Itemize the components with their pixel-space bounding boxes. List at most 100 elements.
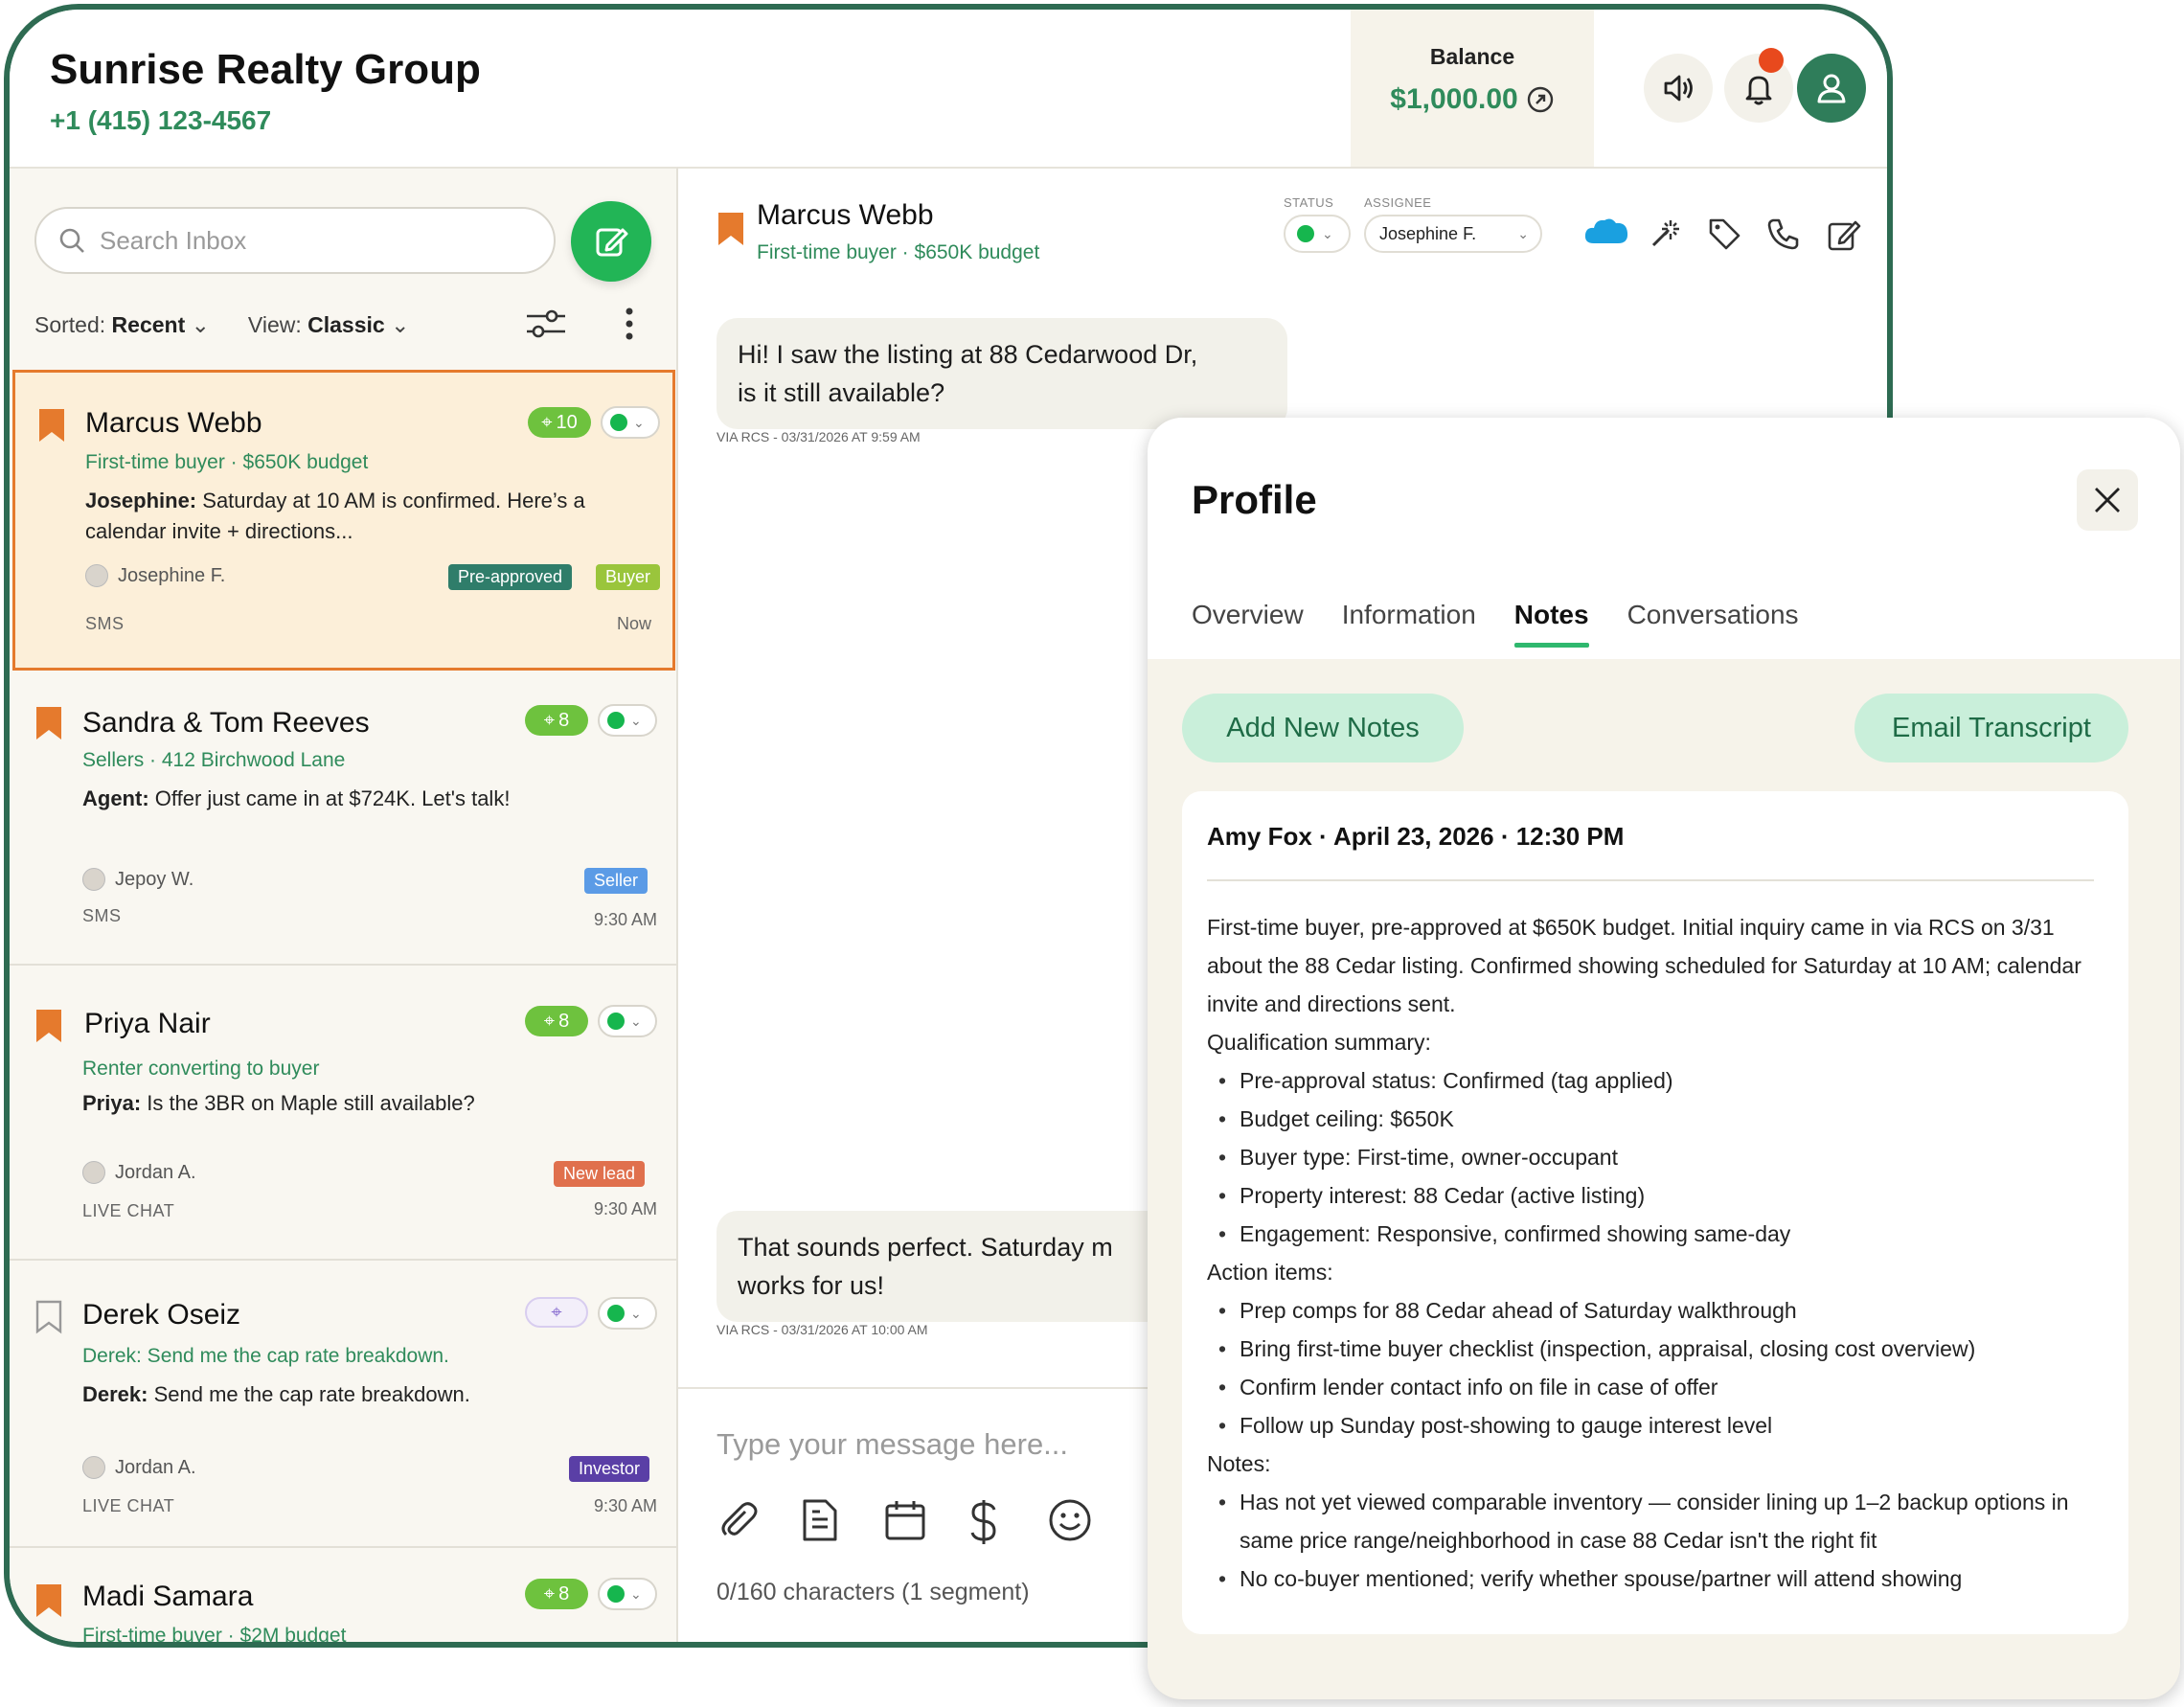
message-text-line: Hi! I saw the listing at 88 Cedarwood Dr… (738, 340, 1198, 369)
note-body: First-time buyer, pre-approved at $650K … (1207, 908, 2098, 1598)
status-dot (607, 1585, 625, 1603)
calendar-icon[interactable] (883, 1498, 927, 1542)
chevron-down-icon: ⌄ (1322, 225, 1333, 241)
count-badge: ⌖ 10 (528, 407, 591, 438)
agent-avatar (82, 1161, 105, 1184)
sound-button[interactable] (1644, 54, 1713, 123)
tab-information[interactable]: Information (1342, 600, 1476, 648)
bookmark-filled-icon[interactable] (34, 1008, 63, 1044)
message-sender: Agent: (82, 786, 149, 810)
salesforce-cloud-icon[interactable] (1582, 215, 1630, 249)
status-label: STATUS (1284, 195, 1334, 210)
conversation-card[interactable]: Madi Samara ⌖ 8 ⌄ First-time buyer · $2M … (10, 1548, 678, 1647)
close-button[interactable] (2077, 469, 2138, 531)
chevron-down-icon: ⌄ (630, 1013, 642, 1029)
balance-label: Balance (1429, 44, 1515, 69)
status-toggle[interactable]: ⌄ (598, 1297, 657, 1330)
bookmark-outline-icon[interactable] (34, 1299, 63, 1335)
channel-label: SMS (85, 614, 125, 633)
more-options-icon[interactable] (623, 305, 636, 343)
list-item: Pre-approval status: Confirmed (tag appl… (1207, 1061, 2098, 1100)
status-toggle[interactable]: ⌄ (598, 1578, 657, 1610)
count-badge: ⌖ 8 (525, 1579, 588, 1609)
chevron-down-icon: ⌄ (191, 312, 210, 337)
status-toggle[interactable]: ⌄ (601, 406, 660, 439)
message-sender: Derek: (82, 1382, 148, 1406)
bookmark-filled-icon[interactable] (34, 1582, 63, 1619)
chevron-down-icon: ⌄ (630, 1585, 642, 1602)
add-new-notes-button[interactable]: Add New Notes (1182, 694, 1464, 762)
conversation-card[interactable]: Sandra & Tom Reeves ⌖ 8 ⌄ Sellers · 412 B… (10, 671, 678, 966)
assigned-agent: Jordan A. (82, 1161, 196, 1184)
count-value: 8 (558, 1582, 570, 1605)
tab-notes[interactable]: Notes (1513, 600, 1589, 648)
dollar-icon[interactable] (969, 1498, 998, 1546)
external-link-icon (1527, 86, 1553, 113)
conversation-card[interactable]: Priya Nair ⌖ 8 ⌄ Renter converting to buy… (10, 966, 678, 1261)
conversation-contact-name: Marcus Webb (757, 199, 934, 231)
message-time: 9:30 AM (593, 910, 657, 929)
bookmark-filled-icon[interactable] (37, 407, 66, 444)
conversation-card[interactable]: Marcus Webb ⌖ 10 ⌄ First-time buyer · $65… (12, 370, 675, 671)
email-transcript-button[interactable]: Email Transcript (1854, 694, 2128, 762)
sort-dropdown[interactable]: Sorted: Recent ⌄ (34, 312, 210, 338)
status-dot (607, 712, 625, 729)
conversation-card[interactable]: Derek Oseiz ⌖ ⌄ Derek: Send me the cap r… (10, 1261, 678, 1548)
phone-icon[interactable] (1766, 216, 1801, 251)
view-dropdown[interactable]: View: Classic ⌄ (248, 312, 409, 338)
message-text-line: works for us! (738, 1271, 885, 1300)
assignee-select[interactable]: Josephine F. ⌄ (1364, 215, 1542, 253)
tag-icon[interactable] (1707, 216, 1741, 251)
contact-name: Sandra & Tom Reeves (82, 707, 370, 739)
status-toggle[interactable]: ⌄ (598, 704, 657, 737)
channel-label: LIVE CHAT (82, 1201, 175, 1220)
user-avatar-button[interactable] (1797, 54, 1866, 123)
count-value: 8 (558, 709, 570, 731)
assignee-value: Josephine F. (1379, 223, 1477, 243)
filter-sliders-icon[interactable] (525, 305, 567, 343)
chevron-down-icon: ⌄ (1517, 225, 1529, 241)
contact-name: Madi Samara (82, 1581, 254, 1612)
contact-name: Priya Nair (84, 1008, 211, 1039)
conversation-contact-subtitle: First-time buyer · $650K budget (757, 241, 1040, 263)
count-badge: ⌖ (525, 1297, 588, 1328)
status-dot (607, 1013, 625, 1030)
bookmark-filled-icon[interactable] (34, 705, 63, 741)
magic-wand-icon[interactable] (1648, 216, 1682, 251)
status-toggle[interactable]: ⌄ (598, 1005, 657, 1037)
compose-button[interactable] (571, 201, 651, 282)
paperclip-icon[interactable] (717, 1498, 761, 1542)
contact-subtitle: Renter converting to buyer (82, 1058, 320, 1080)
message-meta: VIA RCS - 03/31/2026 AT 10:00 AM (717, 1322, 928, 1337)
list-item: Budget ceiling: $650K (1207, 1100, 2098, 1138)
list-item: No co-buyer mentioned; verify whether sp… (1207, 1559, 2098, 1598)
balance-link[interactable]: $1,000.00 (1351, 83, 1594, 116)
qualification-list: Pre-approval status: Confirmed (tag appl… (1207, 1061, 2098, 1253)
edit-icon[interactable] (1826, 216, 1862, 253)
contact-subtitle: First-time buyer · $2M budget (82, 1625, 347, 1647)
profile-panel: Profile Overview Information Notes Conve… (1148, 418, 2180, 1699)
emoji-icon[interactable] (1048, 1498, 1092, 1542)
document-icon[interactable] (801, 1498, 839, 1542)
search-input[interactable] (100, 225, 521, 256)
tab-conversations[interactable]: Conversations (1627, 600, 1799, 648)
profile-header: Profile Overview Information Notes Conve… (1148, 418, 2180, 659)
search-box[interactable] (34, 207, 556, 274)
scan-icon: ⌖ (543, 709, 556, 731)
incoming-message-bubble: Hi! I saw the listing at 88 Cedarwood Dr… (717, 318, 1287, 429)
list-item: Prep comps for 88 Cedar ahead of Saturda… (1207, 1291, 2098, 1330)
bookmark-filled-icon[interactable] (717, 211, 745, 247)
notification-dot (1759, 48, 1784, 73)
balance-amount: $1,000.00 (1390, 83, 1518, 115)
chevron-down-icon: ⌄ (391, 312, 410, 337)
sort-value: Recent (111, 312, 186, 337)
contact-name: Marcus Webb (85, 407, 262, 439)
notes-list: Has not yet viewed comparable inventory … (1207, 1483, 2098, 1598)
agent-name: Josephine F. (118, 564, 226, 586)
tab-overview[interactable]: Overview (1192, 600, 1304, 648)
tag-investor: Investor (569, 1456, 650, 1482)
count-badge: ⌖ 8 (525, 705, 588, 736)
note-section-title: Notes: (1207, 1451, 1271, 1476)
status-select[interactable]: ⌄ (1284, 215, 1351, 253)
chevron-down-icon: ⌄ (630, 1305, 642, 1321)
